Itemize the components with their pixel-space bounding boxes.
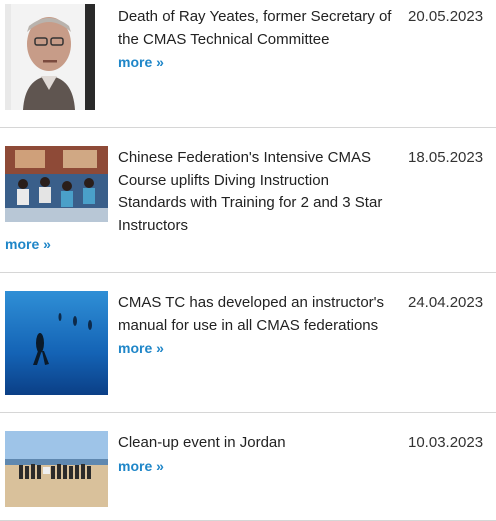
portrait-photo [5,4,95,110]
news-thumbnail[interactable] [5,4,95,110]
news-thumbnail[interactable] [5,291,108,395]
news-title-text[interactable]: Chinese Federation's Intensive CMAS Cour… [118,149,382,234]
news-title[interactable]: Death of Ray Yeates, former Secretary of… [118,6,396,73]
underwater-divers-photo [5,291,108,395]
classroom-photo [5,146,108,222]
news-title[interactable]: CMAS TC has developed an instructor's ma… [118,292,396,359]
news-date: 10.03.2023 [408,434,484,451]
news-list: Death of Ray Yeates, former Secretary of… [0,0,496,521]
news-date: 24.04.2023 [408,294,484,311]
more-link[interactable]: more » [118,337,396,359]
news-item: Chinese Federation's Intensive CMAS Cour… [0,128,496,273]
news-item: Death of Ray Yeates, former Secretary of… [0,0,496,128]
more-link[interactable]: more » [118,455,396,477]
news-thumbnail[interactable] [5,146,108,222]
news-title-text[interactable]: Clean-up event in Jordan [118,434,286,451]
more-link[interactable]: more » [118,51,396,73]
news-title-text[interactable]: CMAS TC has developed an instructor's ma… [118,294,384,334]
news-thumbnail[interactable] [5,431,108,507]
news-title[interactable]: Chinese Federation's Intensive CMAS Cour… [118,147,396,237]
news-item: Clean-up event in Jordan more » 10.03.20… [0,413,496,521]
beach-group-photo [5,431,108,507]
news-title[interactable]: Clean-up event in Jordan more » [118,432,396,477]
news-date: 20.05.2023 [408,8,484,25]
news-date: 18.05.2023 [408,149,484,166]
more-link[interactable]: more » [5,233,51,255]
news-title-text[interactable]: Death of Ray Yeates, former Secretary of… [118,8,391,48]
news-item: CMAS TC has developed an instructor's ma… [0,273,496,413]
